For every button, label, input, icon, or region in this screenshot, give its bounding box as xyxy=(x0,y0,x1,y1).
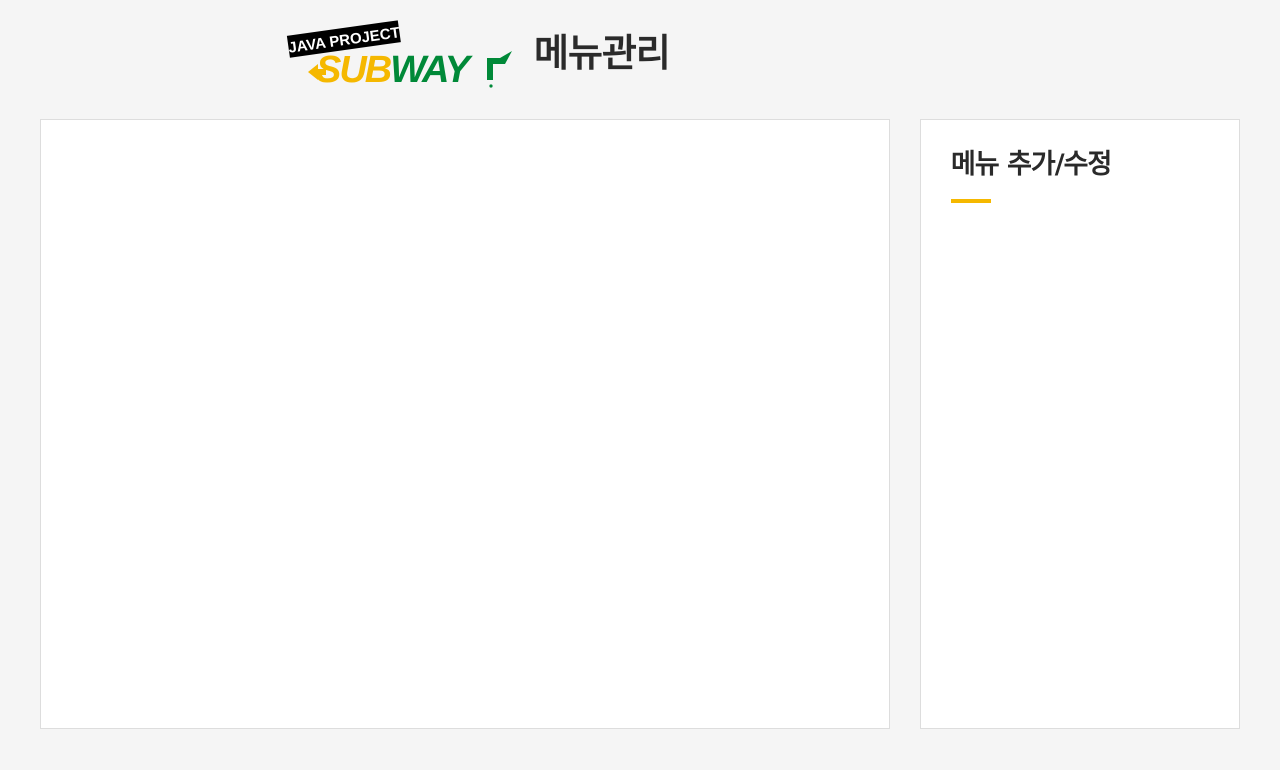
heading-underline xyxy=(951,199,991,203)
menu-edit-panel: 메뉴 추가/수정 xyxy=(920,119,1240,729)
menu-edit-heading: 메뉴 추가/수정 xyxy=(951,149,1112,180)
subway-logo-graphic: JAVA PROJECT SUBWAY xyxy=(286,20,512,91)
page-title: 메뉴관리 xyxy=(534,31,671,75)
registered-mark-icon xyxy=(489,84,493,88)
page-header: JAVA PROJECT SUBWAY 메뉴관리 xyxy=(286,18,671,92)
logo-brand-text: SUBWAY xyxy=(316,49,474,91)
menu-list-panel xyxy=(40,119,890,729)
subway-logo[interactable]: JAVA PROJECT SUBWAY xyxy=(286,18,514,92)
